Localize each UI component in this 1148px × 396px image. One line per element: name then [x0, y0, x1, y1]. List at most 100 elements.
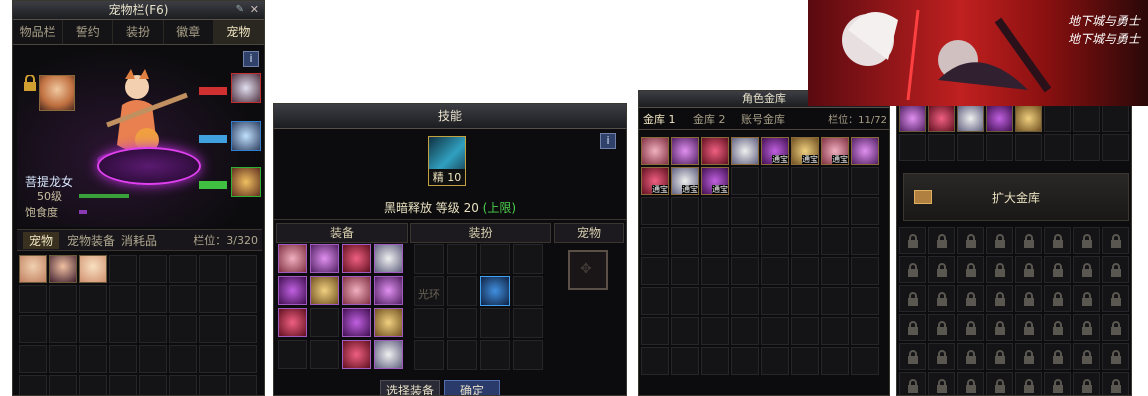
vault-item[interactable]: 通宝 — [821, 137, 849, 165]
vault-slot[interactable] — [791, 257, 819, 285]
info-icon[interactable]: i — [600, 133, 616, 149]
vault-slot[interactable] — [791, 287, 819, 315]
vault-slot[interactable] — [701, 257, 729, 285]
inventory-slot[interactable] — [169, 315, 197, 343]
costume-slot[interactable] — [447, 308, 477, 338]
vault-item[interactable]: 通宝 — [761, 137, 789, 165]
costume-slot[interactable] — [447, 340, 477, 370]
costume-slot[interactable] — [480, 340, 510, 370]
vault-item[interactable]: 通宝 — [671, 167, 699, 195]
tab-pet[interactable]: 宠物 — [213, 20, 264, 44]
inventory-slot[interactable] — [169, 285, 197, 313]
pet-portrait[interactable] — [39, 75, 75, 111]
vault-slot[interactable] — [671, 257, 699, 285]
costume-slot[interactable] — [513, 244, 543, 274]
confirm-button[interactable]: 确定 — [444, 380, 500, 395]
vault-slot[interactable] — [1073, 105, 1100, 132]
vault-slot[interactable] — [791, 317, 819, 345]
vault-slot[interactable] — [701, 197, 729, 225]
inventory-slot[interactable] — [79, 375, 107, 395]
inventory-slot[interactable] — [199, 255, 227, 283]
inventory-slot[interactable] — [139, 345, 167, 373]
vault-slot[interactable] — [761, 317, 789, 345]
pin-icon[interactable]: ✎ — [236, 1, 244, 19]
equipment-item[interactable] — [374, 340, 403, 369]
vault-slot[interactable] — [851, 167, 879, 195]
inventory-slot[interactable] — [49, 285, 77, 313]
vault-item[interactable] — [671, 137, 699, 165]
select-equipment-button[interactable]: 选择装备 — [380, 380, 440, 395]
pet-skill-slot-3[interactable] — [231, 167, 261, 197]
skill-panel-titlebar[interactable]: 技能 — [274, 104, 626, 129]
vault-slot[interactable] — [851, 317, 879, 345]
vault-slot[interactable] — [851, 197, 879, 225]
vault-slot[interactable] — [821, 347, 849, 375]
equipment-item[interactable] — [278, 308, 307, 337]
vault-slot[interactable] — [791, 347, 819, 375]
vault-slot[interactable] — [791, 197, 819, 225]
pet-skill-slot-2[interactable] — [231, 121, 261, 151]
vault-slot[interactable] — [671, 197, 699, 225]
inventory-slot[interactable] — [19, 285, 47, 313]
equipment-item[interactable] — [342, 340, 371, 369]
vault-item[interactable] — [928, 105, 955, 132]
equipment-item[interactable] — [342, 308, 371, 337]
vault-slot[interactable] — [731, 167, 759, 195]
inventory-slot[interactable] — [139, 285, 167, 313]
vault-slot[interactable] — [986, 134, 1013, 161]
vault-item[interactable]: 通宝 — [701, 167, 729, 195]
vault-slot[interactable] — [821, 197, 849, 225]
inventory-slot[interactable] — [79, 345, 107, 373]
inventory-slot[interactable] — [19, 345, 47, 373]
vault-slot[interactable] — [641, 257, 669, 285]
costume-slot[interactable] — [414, 340, 444, 370]
inventory-slot[interactable] — [79, 285, 107, 313]
tab-badge[interactable]: 徽章 — [163, 20, 214, 44]
pet-skill-slot-1[interactable] — [231, 73, 261, 103]
sub-tab-pet-equipment[interactable]: 宠物装备 — [67, 232, 115, 249]
pet-item[interactable] — [79, 255, 107, 283]
inventory-slot[interactable] — [169, 345, 197, 373]
vault-slot[interactable] — [641, 197, 669, 225]
close-icon[interactable]: ✕ — [250, 1, 259, 19]
vault-slot[interactable] — [1102, 134, 1129, 161]
vault-item[interactable] — [899, 105, 926, 132]
equipment-item[interactable] — [374, 244, 403, 273]
inventory-slot[interactable] — [169, 255, 197, 283]
inventory-slot[interactable] — [199, 315, 227, 343]
vault-item[interactable] — [641, 137, 669, 165]
inventory-slot[interactable] — [139, 375, 167, 395]
vault-slot[interactable] — [899, 134, 926, 161]
vault-slot[interactable] — [671, 317, 699, 345]
vault-slot[interactable] — [701, 287, 729, 315]
equipment-item[interactable] — [342, 244, 371, 273]
pet-equip-slot[interactable]: ✥ — [568, 250, 608, 290]
vault-slot[interactable] — [1044, 105, 1071, 132]
tab-oath[interactable]: 誓约 — [63, 20, 114, 44]
costume-slot[interactable] — [414, 244, 444, 274]
inventory-slot[interactable] — [109, 345, 137, 373]
vault-slot[interactable] — [928, 134, 955, 161]
equipment-item[interactable] — [278, 276, 307, 305]
equipment-slot[interactable] — [310, 340, 339, 369]
costume-slot[interactable] — [414, 308, 444, 338]
vault-slot[interactable] — [671, 227, 699, 255]
vault-slot[interactable] — [761, 227, 789, 255]
vault-slot[interactable] — [761, 257, 789, 285]
tab-vault-2[interactable]: 金库 2 — [693, 111, 726, 127]
equipment-item[interactable] — [374, 308, 403, 337]
vault-slot[interactable] — [731, 197, 759, 225]
costume-slot[interactable] — [447, 276, 477, 306]
expand-vault-button[interactable]: 扩大金库 — [903, 173, 1129, 221]
costume-item[interactable] — [480, 276, 510, 306]
vault-slot[interactable] — [641, 287, 669, 315]
inventory-slot[interactable] — [49, 315, 77, 343]
inventory-slot[interactable] — [199, 345, 227, 373]
vault-item[interactable] — [986, 105, 1013, 132]
vault-item[interactable] — [957, 105, 984, 132]
skill-icon[interactable]: 精 10 — [428, 136, 466, 186]
sub-tab-pet[interactable]: 宠物 — [23, 232, 60, 249]
vault-slot[interactable] — [1073, 134, 1100, 161]
vault-slot[interactable] — [641, 227, 669, 255]
vault-slot[interactable] — [731, 257, 759, 285]
